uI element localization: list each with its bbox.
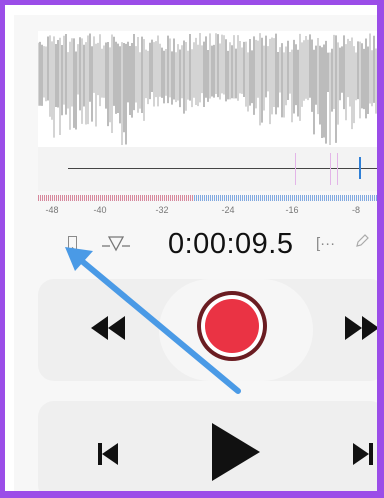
screenshot-frame: 0( -48 -40 -32 -24 -16 -8 0:00:0 xyxy=(5,5,377,491)
annotation-arrow xyxy=(65,247,241,394)
